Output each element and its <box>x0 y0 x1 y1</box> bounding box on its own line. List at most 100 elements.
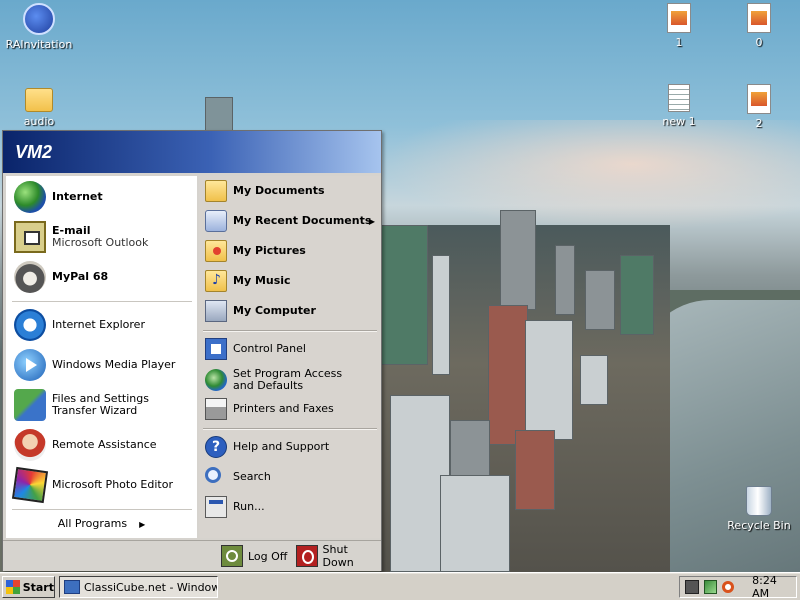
menu-item-photo-editor[interactable]: Microsoft Photo Editor <box>6 466 197 504</box>
my-documents-icon <box>205 180 227 202</box>
menu-item-email[interactable]: E-mail Microsoft Outlook <box>6 220 197 254</box>
recycle-bin-icon <box>746 486 772 516</box>
my-music-icon <box>205 270 227 292</box>
start-label: Start <box>22 580 54 594</box>
menu-separator <box>12 301 192 302</box>
menu-item-label: My Recent Documents <box>233 214 372 227</box>
menu-item-label: Run... <box>233 500 265 513</box>
menu-item-search[interactable]: Search <box>199 464 381 490</box>
desktop-icon-label: 0 <box>755 36 763 49</box>
menu-item-transfer-wizard[interactable]: Files and Settings Transfer Wizard <box>6 388 197 422</box>
power-icon <box>296 545 318 567</box>
network-icon[interactable] <box>703 580 718 594</box>
log-off-button[interactable]: Log Off <box>221 544 287 568</box>
search-tray-icon[interactable] <box>722 581 735 593</box>
start-menu: VM2 Internet E-mail Microsoft Outlook My… <box>2 130 382 571</box>
browser-window-icon <box>64 580 80 594</box>
menu-item-label: Control Panel <box>233 342 306 355</box>
desktop-icon-new-1[interactable]: new 1 <box>642 84 716 128</box>
menu-item-my-documents[interactable]: My Documents <box>199 178 381 204</box>
wallpaper-city <box>380 210 670 572</box>
internet-globe-icon <box>14 181 46 213</box>
start-menu-left-pane: Internet E-mail Microsoft Outlook MyPal … <box>6 176 197 538</box>
menu-item-internet-explorer[interactable]: Internet Explorer <box>6 308 197 342</box>
run-icon <box>205 496 227 518</box>
menu-item-label: My Music <box>233 274 291 287</box>
menu-separator <box>12 509 192 510</box>
media-player-icon <box>14 349 46 381</box>
shut-down-button[interactable]: Shut Down <box>296 543 381 569</box>
taskbar-item-label: ClassiCube.net - Window... <box>84 580 218 594</box>
menu-item-internet[interactable]: Internet <box>6 180 197 214</box>
taskbar-item-classicube[interactable]: ClassiCube.net - Window... <box>59 576 218 598</box>
internet-explorer-icon <box>14 309 46 341</box>
help-icon: ? <box>205 436 227 458</box>
menu-item-label: Windows Media Player <box>52 358 176 371</box>
menu-item-mypal[interactable]: MyPal 68 <box>6 260 197 294</box>
menu-item-program-access[interactable]: Set Program Access and Defaults <box>199 365 381 395</box>
menu-item-my-music[interactable]: My Music <box>199 268 381 294</box>
system-tray: 8:24 AM <box>679 574 797 600</box>
desktop-icon-label: Recycle Bin <box>727 519 791 532</box>
menu-separator <box>203 428 377 430</box>
start-button[interactable]: Start <box>2 576 55 598</box>
all-programs-label: All Programs <box>57 517 128 530</box>
desktop-icon-audio[interactable]: audio <box>2 84 76 128</box>
desktop-icon-recycle-bin[interactable]: Recycle Bin <box>722 486 796 532</box>
taskbar: Start ClassiCube.net - Window... 8:24 AM <box>0 572 800 600</box>
wallpaper-sky <box>380 120 800 230</box>
image-file-icon <box>747 3 771 33</box>
control-panel-icon <box>205 338 227 360</box>
start-menu-right-pane: My Documents My Recent Documents ▶ My Pi… <box>199 176 381 538</box>
my-computer-icon <box>205 300 227 322</box>
my-pictures-icon <box>205 240 227 262</box>
start-menu-header: VM2 <box>3 131 381 173</box>
menu-item-printers[interactable]: Printers and Faxes <box>199 396 381 422</box>
menu-item-label: Files and Settings Transfer Wizard <box>52 392 149 417</box>
menu-item-media-player[interactable]: Windows Media Player <box>6 348 197 382</box>
menu-item-subtitle: Microsoft Outlook <box>52 236 149 249</box>
shut-down-label: Shut Down <box>322 543 354 569</box>
menu-item-label: My Pictures <box>233 244 306 257</box>
transfer-wizard-icon <box>14 389 46 421</box>
clock[interactable]: 8:24 AM <box>752 574 796 600</box>
recent-documents-icon <box>205 210 227 232</box>
log-off-icon <box>221 545 243 567</box>
chevron-right-icon: ▶ <box>368 216 375 226</box>
menu-item-recent-documents[interactable]: My Recent Documents ▶ <box>199 208 381 234</box>
user-name: VM2 <box>15 142 53 162</box>
menu-item-help-support[interactable]: ? Help and Support <box>199 434 381 460</box>
desktop-icon-1[interactable]: 1 <box>642 3 716 49</box>
desktop-icon-label: RAInvitation <box>5 38 73 51</box>
folder-icon <box>25 88 53 112</box>
log-off-label: Log Off <box>248 549 288 563</box>
desktop-icon-label: 1 <box>675 36 683 49</box>
rainvitation-icon <box>23 3 55 35</box>
desktop-icon-2[interactable]: 2 <box>722 84 796 130</box>
windows-logo-icon <box>6 580 20 594</box>
menu-item-my-pictures[interactable]: My Pictures <box>199 238 381 264</box>
menu-item-remote-assistance[interactable]: Remote Assistance <box>6 428 197 462</box>
program-access-icon <box>205 369 227 391</box>
keyboard-icon[interactable] <box>685 580 699 594</box>
all-programs-button[interactable]: All Programs ▶ <box>6 513 197 535</box>
desktop-icon-label: audio <box>23 115 55 128</box>
menu-item-label: Printers and Faxes <box>233 402 334 415</box>
desktop-icon-rainvitation[interactable]: RAInvitation <box>2 3 76 51</box>
desktop-icon-0[interactable]: 0 <box>722 3 796 49</box>
start-menu-footer: Log Off Shut Down <box>3 540 381 571</box>
menu-item-label: My Computer <box>233 304 316 317</box>
menu-item-label: Internet Explorer <box>52 318 145 331</box>
menu-item-run[interactable]: Run... <box>199 494 381 520</box>
menu-item-title: MyPal 68 <box>52 270 109 283</box>
menu-item-my-computer[interactable]: My Computer <box>199 298 381 324</box>
menu-item-label: Remote Assistance <box>52 438 157 451</box>
desktop-icon-label: 2 <box>755 117 763 130</box>
menu-item-title: Internet <box>52 190 103 203</box>
search-icon <box>205 467 221 483</box>
menu-item-label: Search <box>233 470 271 483</box>
mypal-icon <box>14 261 46 293</box>
menu-item-label: My Documents <box>233 184 325 197</box>
menu-item-label: Help and Support <box>233 440 330 453</box>
menu-item-control-panel[interactable]: Control Panel <box>199 336 381 362</box>
